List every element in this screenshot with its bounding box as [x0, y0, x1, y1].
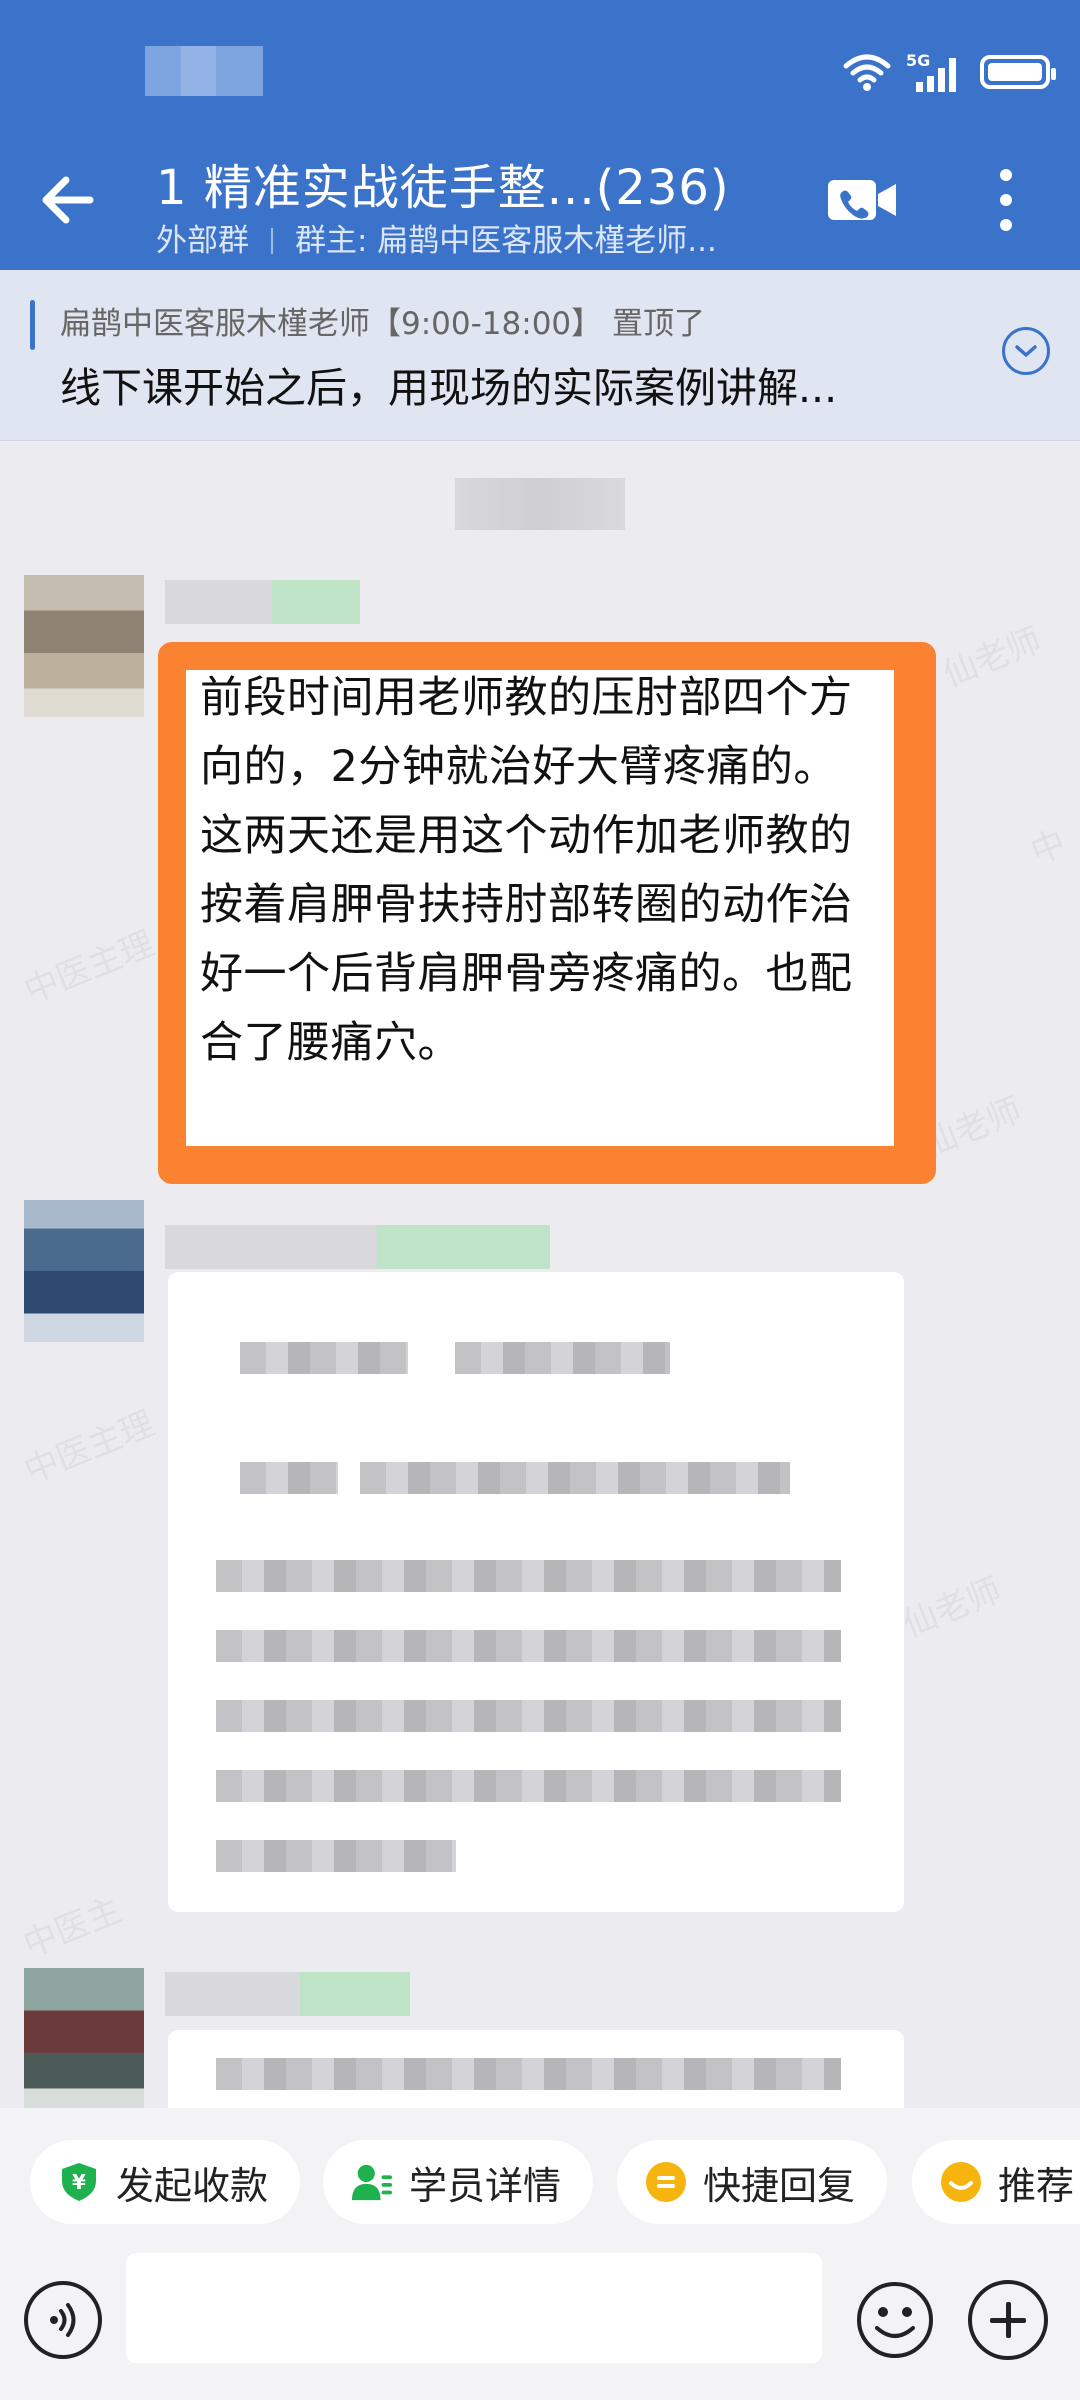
watermark: 中医主	[17, 1890, 128, 1966]
chat-title[interactable]: 1 精准实战徒手整...(236)	[156, 148, 730, 218]
group-owner-label: 群主: 扁鹊中医客服木槿老师...	[295, 223, 717, 259]
message-input-row	[0, 2253, 1080, 2378]
message-input[interactable]	[126, 2253, 822, 2363]
sender-name-blurred	[165, 580, 360, 624]
pinned-indicator	[30, 300, 35, 350]
payment-icon: ¥	[58, 2161, 100, 2203]
quick-action-label: 快捷回复	[703, 2163, 856, 2208]
chevron-down-icon[interactable]	[1002, 327, 1050, 375]
more-options-icon[interactable]	[986, 165, 1026, 235]
blurred-text-line	[216, 1560, 841, 1592]
blurred-text-line	[216, 1630, 841, 1662]
blurred-text-line	[216, 1770, 841, 1802]
blurred-text-line	[240, 1342, 408, 1374]
svg-text:5G: 5G	[906, 51, 930, 70]
blurred-text-line	[455, 1342, 670, 1374]
blurred-text-line	[360, 1462, 790, 1494]
user-detail-icon	[351, 2161, 393, 2203]
emoji-icon[interactable]	[855, 2280, 935, 2360]
pinned-text: 线下课开始之后，用现场的实际案例讲解...	[60, 364, 838, 412]
pinned-message-banner[interactable]: 扁鹊中医客服木槿老师【9:00-18:00】 置顶了 线下课开始之后，用现场的实…	[0, 270, 1080, 441]
voice-input-icon[interactable]	[24, 2281, 102, 2359]
video-call-icon[interactable]	[826, 172, 898, 228]
quick-action-quick-reply[interactable]: 快捷回复	[617, 2140, 887, 2224]
quick-action-label: 学员详情	[409, 2163, 562, 2208]
bottom-panel: ¥ 发起收款 学员详情 快捷回复 推荐	[0, 2108, 1080, 2400]
quick-action-label: 推荐	[998, 2163, 1075, 2208]
chat-header: 5G 1 精准实战徒手整...(236) 外部群 群主: 扁鹊中医客服木槿老师..…	[0, 0, 1080, 270]
quick-action-student-details[interactable]: 学员详情	[323, 2140, 593, 2224]
blurred-message-bubble[interactable]	[168, 1272, 904, 1912]
recommend-icon	[940, 2161, 982, 2203]
avatar[interactable]	[24, 1968, 144, 2110]
blurred-text-line	[240, 1462, 338, 1494]
quick-action-label: 发起收款	[116, 2163, 269, 2208]
external-group-tag: 外部群	[156, 223, 249, 259]
quick-action-payment[interactable]: ¥ 发起收款	[30, 2140, 300, 2224]
quick-reply-icon	[645, 2161, 687, 2203]
pinned-meta: 扁鹊中医客服木槿老师【9:00-18:00】 置顶了	[60, 306, 705, 342]
watermark: 中医主理	[18, 1403, 160, 1492]
chat-subtitle[interactable]: 外部群 群主: 扁鹊中医客服木槿老师...	[156, 215, 717, 260]
signal-5g-icon: 5G	[906, 51, 956, 92]
back-arrow-icon[interactable]	[30, 160, 110, 240]
blurred-text-line	[216, 1700, 841, 1732]
message-text: 前段时间用老师教的压肘部四个方向的，2分钟就治好大臂疼痛的。这两天还是用这个动作…	[200, 673, 853, 1068]
sender-name-blurred	[165, 1225, 550, 1269]
quick-action-bar[interactable]: ¥ 发起收款 学员详情 快捷回复 推荐	[0, 2140, 1080, 2224]
battery-icon	[980, 55, 1056, 89]
system-message-blurred	[455, 478, 625, 530]
wifi-icon	[843, 54, 891, 91]
avatar[interactable]	[24, 1200, 144, 1342]
watermark: 中	[1025, 822, 1072, 873]
blurred-text-line	[216, 1840, 456, 1872]
svg-text:¥: ¥	[72, 2170, 86, 2194]
watermark: 中医主理	[18, 923, 160, 1012]
status-bar-icons: 5G	[842, 50, 1056, 94]
sender-name-blurred	[165, 1972, 410, 2016]
avatar[interactable]	[24, 575, 144, 717]
blurred-text-line	[216, 2058, 841, 2090]
blurred-message-bubble[interactable]	[168, 2030, 904, 2110]
status-bar-time	[145, 46, 263, 96]
add-attachment-icon[interactable]	[968, 2280, 1048, 2360]
watermark: 仙老师	[897, 1570, 1008, 1646]
quick-action-recommend[interactable]: 推荐	[912, 2140, 1080, 2224]
subtitle-divider	[271, 228, 273, 254]
watermark: 仙老师	[937, 620, 1048, 696]
